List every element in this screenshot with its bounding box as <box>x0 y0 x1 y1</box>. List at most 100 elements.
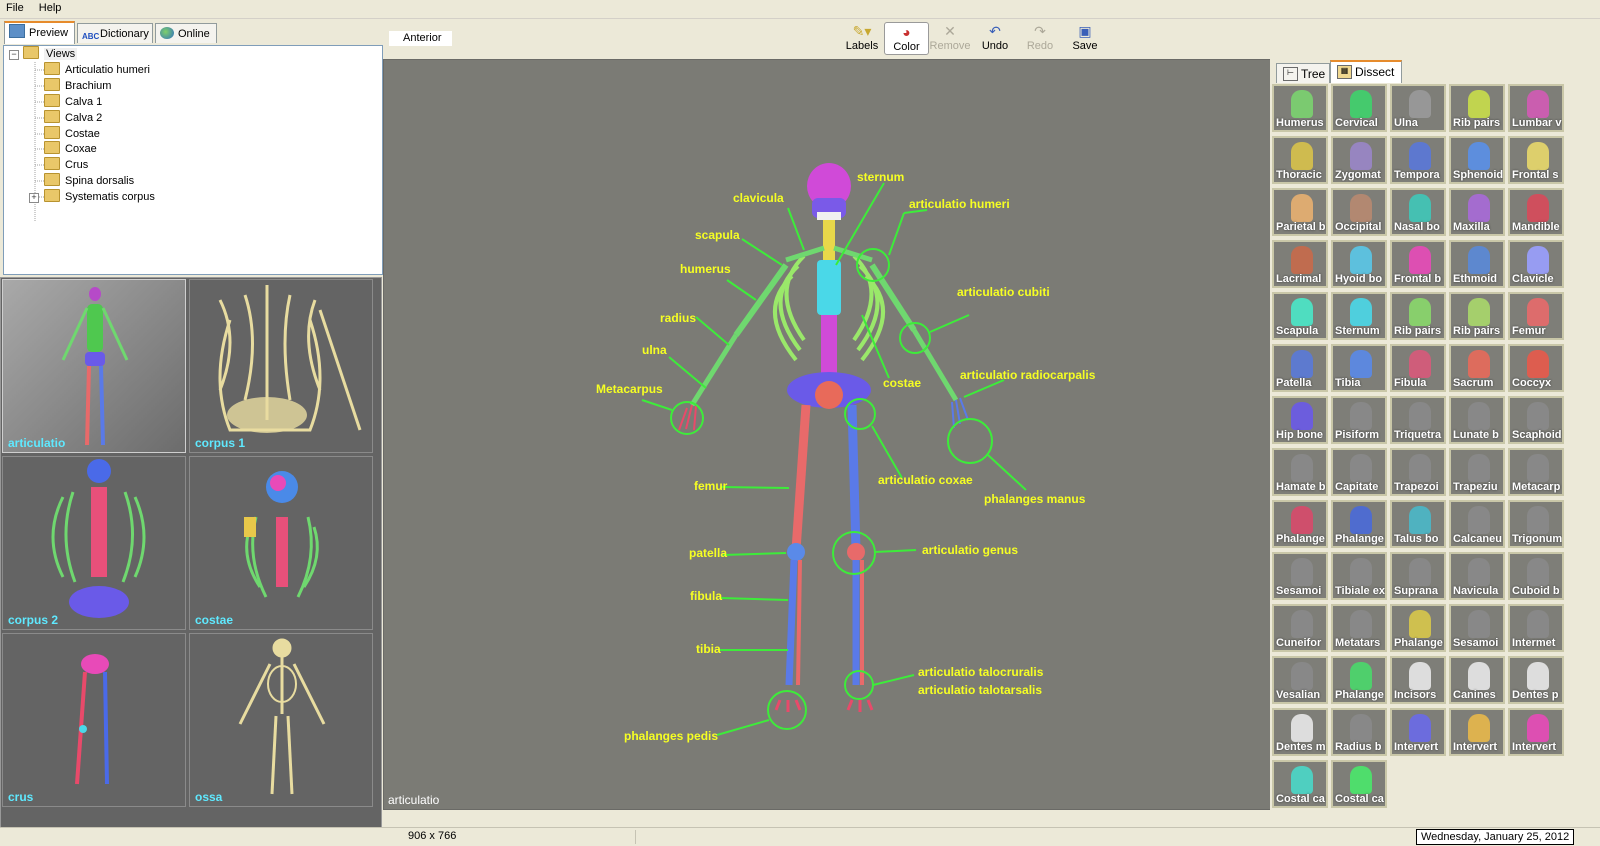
dissect-item[interactable]: Phalange <box>1331 500 1387 548</box>
dissect-item[interactable]: Maxilla <box>1449 188 1505 236</box>
dissect-item[interactable]: Phalange <box>1272 500 1328 548</box>
label-scapula[interactable]: scapula <box>695 228 740 242</box>
tree-item-systematis-corpus[interactable]: Systematis corpus <box>44 189 155 205</box>
dissect-item[interactable]: Frontal b <box>1390 240 1446 288</box>
dissect-item[interactable]: Patella <box>1272 344 1328 392</box>
label-ulna[interactable]: ulna <box>642 343 667 357</box>
dissect-item[interactable]: Dentes m <box>1272 708 1328 756</box>
dissect-item[interactable]: Triquetra <box>1390 396 1446 444</box>
label-clavicula[interactable]: clavicula <box>733 191 784 205</box>
dissect-item[interactable]: Calcaneu <box>1449 500 1505 548</box>
tree-item-articulatio-humeri[interactable]: Articulatio humeri <box>44 62 150 78</box>
dissect-item[interactable]: Costal ca <box>1331 760 1387 808</box>
tree-item-calva-2[interactable]: Calva 2 <box>44 110 102 126</box>
dissect-item[interactable]: Tempora <box>1390 136 1446 184</box>
label-tibia[interactable]: tibia <box>696 642 721 656</box>
tab-preview[interactable]: Preview <box>4 21 75 44</box>
dissect-item[interactable]: Intervert <box>1390 708 1446 756</box>
dissect-item[interactable]: Thoracic <box>1272 136 1328 184</box>
collapse-views-toggle[interactable]: − <box>9 50 19 60</box>
dissect-item[interactable]: Tibiale ex <box>1331 552 1387 600</box>
remove-button[interactable]: ✕ Remove <box>929 22 971 55</box>
dissect-item[interactable]: Scaphoid <box>1508 396 1564 444</box>
dissect-item[interactable]: Hamate b <box>1272 448 1328 496</box>
tab-dissect[interactable]: ▦ Dissect <box>1330 60 1402 83</box>
dissect-item[interactable]: Talus bo <box>1390 500 1446 548</box>
label-sternum[interactable]: sternum <box>857 170 904 184</box>
dissect-item[interactable]: Sternum <box>1331 292 1387 340</box>
menu-file[interactable]: File <box>0 0 30 14</box>
dissect-item[interactable]: Frontal s <box>1508 136 1564 184</box>
dissect-item[interactable]: Clavicle <box>1508 240 1564 288</box>
thumbnail-corpus-1[interactable]: corpus 1 <box>189 279 373 453</box>
label-articulatio-talotarsalis[interactable]: articulatio talotarsalis <box>918 683 1042 697</box>
dissect-item[interactable]: Lacrimal <box>1272 240 1328 288</box>
thumbnail-crus[interactable]: crus <box>2 633 186 807</box>
label-articulatio-coxae[interactable]: articulatio coxae <box>878 473 973 487</box>
dissect-item[interactable]: Capitate <box>1331 448 1387 496</box>
expand-systematis-toggle[interactable]: + <box>29 193 39 203</box>
label-articulatio-cubiti[interactable]: articulatio cubiti <box>957 285 1050 299</box>
label-radius[interactable]: radius <box>660 311 696 325</box>
dissect-item[interactable]: Lunate b <box>1449 396 1505 444</box>
dissect-item[interactable]: Vesalian <box>1272 656 1328 704</box>
thumbnail-corpus-2[interactable]: corpus 2 <box>2 456 186 630</box>
label-articulatio-talocruralis[interactable]: articulatio talocruralis <box>918 665 1043 679</box>
dissect-item[interactable]: Humerus <box>1272 84 1328 132</box>
undo-button[interactable]: ↶ Undo <box>974 22 1016 55</box>
dissect-item[interactable]: Ethmoid <box>1449 240 1505 288</box>
label-metacarpus[interactable]: Metacarpus <box>596 382 663 396</box>
tree-root-views[interactable]: Views <box>23 46 78 62</box>
thumbnail-articulatio[interactable]: articulatio <box>2 279 186 453</box>
dissect-item[interactable]: Rib pairs <box>1390 292 1446 340</box>
dissect-item[interactable]: Trigonum <box>1508 500 1564 548</box>
label-fibula[interactable]: fibula <box>690 589 722 603</box>
dissect-item[interactable]: Canines <box>1449 656 1505 704</box>
dissect-item[interactable]: Cervical <box>1331 84 1387 132</box>
tab-tree[interactable]: ⊢ Tree <box>1276 63 1330 83</box>
dissect-item[interactable]: Occipital <box>1331 188 1387 236</box>
redo-button[interactable]: ↷ Redo <box>1019 22 1061 55</box>
tree-item-brachium[interactable]: Brachium <box>44 78 111 94</box>
dissect-item[interactable]: Hip bone <box>1272 396 1328 444</box>
dissect-item[interactable]: Navicula <box>1449 552 1505 600</box>
dissect-item[interactable]: Intervert <box>1449 708 1505 756</box>
dissect-item[interactable]: Tibia <box>1331 344 1387 392</box>
dissect-item[interactable]: Costal ca <box>1272 760 1328 808</box>
tab-dictionary[interactable]: ABCDictionary <box>77 23 153 43</box>
dissect-item[interactable]: Lumbar v <box>1508 84 1564 132</box>
dissect-item[interactable]: Scapula <box>1272 292 1328 340</box>
dissect-item[interactable]: Cuboid b <box>1508 552 1564 600</box>
dissect-item[interactable]: Rib pairs <box>1449 84 1505 132</box>
dissect-item[interactable]: Mandible <box>1508 188 1564 236</box>
label-patella[interactable]: patella <box>689 546 727 560</box>
dissect-item[interactable]: Phalange <box>1390 604 1446 652</box>
dissect-item[interactable]: Zygomat <box>1331 136 1387 184</box>
dissect-item[interactable]: Cuneifor <box>1272 604 1328 652</box>
dissect-item[interactable]: Coccyx <box>1508 344 1564 392</box>
tree-item-coxae[interactable]: Coxae <box>44 141 97 157</box>
dissect-item[interactable]: Hyoid bo <box>1331 240 1387 288</box>
view-name-field[interactable]: Anterior <box>389 31 452 46</box>
labels-button[interactable]: ✎▾ Labels <box>841 22 883 55</box>
thumbnail-costae[interactable]: costae <box>189 456 373 630</box>
dissect-item[interactable]: Ulna <box>1390 84 1446 132</box>
tree-item-crus[interactable]: Crus <box>44 157 88 173</box>
dissect-item[interactable]: Dentes p <box>1508 656 1564 704</box>
dissect-item[interactable]: Sesamoi <box>1449 604 1505 652</box>
dissect-item[interactable]: Trapezoi <box>1390 448 1446 496</box>
dissect-item[interactable]: Nasal bo <box>1390 188 1446 236</box>
dissect-item[interactable]: Incisors <box>1390 656 1446 704</box>
3d-viewport[interactable]: sternum clavicula articulatio humeri sca… <box>383 59 1271 810</box>
dissect-item[interactable]: Radius b <box>1331 708 1387 756</box>
tab-online[interactable]: Online <box>155 23 217 43</box>
dissect-item[interactable]: Fibula <box>1390 344 1446 392</box>
dissect-item[interactable]: Pisiform <box>1331 396 1387 444</box>
dissect-item[interactable]: Intervert <box>1508 708 1564 756</box>
dissect-item[interactable]: Trapeziu <box>1449 448 1505 496</box>
dissect-item[interactable]: Metatars <box>1331 604 1387 652</box>
save-button[interactable]: ▣ Save <box>1064 22 1106 55</box>
tree-item-costae[interactable]: Costae <box>44 126 100 142</box>
dissect-item[interactable]: Sacrum <box>1449 344 1505 392</box>
label-articulatio-radiocarpalis[interactable]: articulatio radiocarpalis <box>960 368 1095 382</box>
